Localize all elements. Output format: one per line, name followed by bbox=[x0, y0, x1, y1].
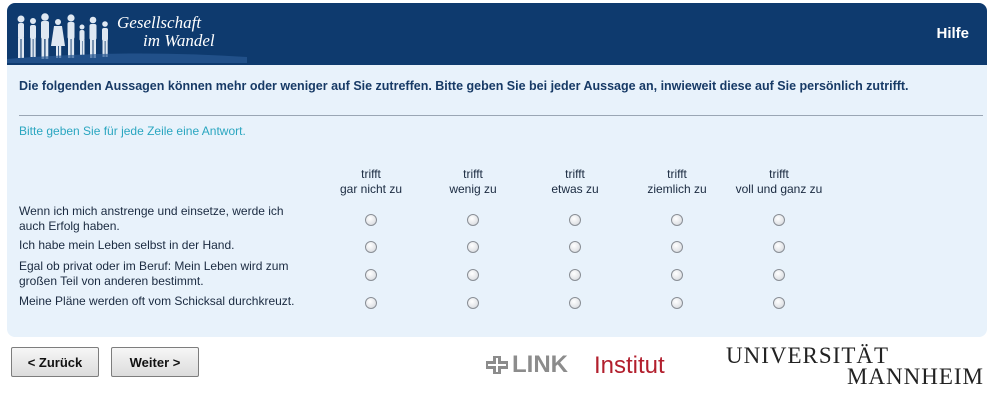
uni-mannheim-logo: UNIVERSITÄT MANNHEIM bbox=[726, 344, 986, 390]
radio-item2-ziemlich[interactable] bbox=[671, 241, 683, 253]
back-button[interactable]: < Zurück bbox=[11, 347, 99, 377]
uni-wordmark-line2: MANNHEIM bbox=[846, 364, 984, 389]
scale-header-line2: wenig zu bbox=[449, 182, 497, 196]
scale-header-line2: ziemlich zu bbox=[647, 182, 707, 196]
radio-item1-ziemlich[interactable] bbox=[671, 214, 683, 226]
radio-item4-wenig[interactable] bbox=[467, 297, 479, 309]
scale-header-5: trifft voll und ganz zu bbox=[724, 167, 834, 197]
item-line1: Egal ob privat oder im Beruf: Mein Leben… bbox=[19, 259, 289, 273]
radio-item1-voll[interactable] bbox=[773, 214, 785, 226]
link-mark-icon bbox=[486, 356, 508, 374]
site-brand: Gesellschaft im Wandel bbox=[117, 14, 215, 50]
item-line1: Wenn ich mich anstrenge und einsetze, we… bbox=[19, 204, 284, 218]
institut-wordmark: Institut bbox=[594, 352, 665, 379]
radio-item1-etwas[interactable] bbox=[569, 214, 581, 226]
item-label-1: Wenn ich mich anstrenge und einsetze, we… bbox=[19, 204, 319, 234]
scale-header-line1: trifft bbox=[667, 167, 687, 181]
divider bbox=[19, 115, 983, 116]
item-line1: Ich habe mein Leben selbst in der Hand. bbox=[19, 238, 235, 252]
radio-item2-wenig[interactable] bbox=[467, 241, 479, 253]
scale-header-line1: trifft bbox=[361, 167, 381, 181]
scale-header-4: trifft ziemlich zu bbox=[622, 167, 732, 197]
next-button[interactable]: Weiter > bbox=[111, 347, 199, 377]
radio-item3-gar-nicht[interactable] bbox=[365, 269, 377, 281]
radio-item3-ziemlich[interactable] bbox=[671, 269, 683, 281]
item-label-2: Ich habe mein Leben selbst in der Hand. bbox=[19, 238, 319, 253]
header-swoosh bbox=[7, 53, 247, 63]
item-line1: Meine Pläne werden oft vom Schicksal dur… bbox=[19, 294, 295, 308]
radio-item3-voll[interactable] bbox=[773, 269, 785, 281]
scale-header-line1: trifft bbox=[565, 167, 585, 181]
radio-item3-etwas[interactable] bbox=[569, 269, 581, 281]
brand-line-1: Gesellschaft bbox=[117, 13, 202, 32]
radio-item4-ziemlich[interactable] bbox=[671, 297, 683, 309]
scale-header-line1: trifft bbox=[463, 167, 483, 181]
radio-item2-voll[interactable] bbox=[773, 241, 785, 253]
scale-header-line2: gar nicht zu bbox=[339, 182, 403, 196]
scale-header-line1: trifft bbox=[769, 167, 789, 181]
item-line2: großen Teil von anderen bestimmt. bbox=[19, 274, 204, 288]
item-label-4: Meine Pläne werden oft vom Schicksal dur… bbox=[19, 294, 319, 309]
answer-hint: Bitte geben Sie für jede Zeile eine Antw… bbox=[19, 124, 246, 138]
radio-item4-gar-nicht[interactable] bbox=[365, 297, 377, 309]
scale-header-line2: etwas zu bbox=[551, 182, 599, 196]
brand-line-2: im Wandel bbox=[143, 31, 215, 50]
question-intro: Die folgenden Aussagen können mehr oder … bbox=[19, 79, 909, 93]
radio-item2-gar-nicht[interactable] bbox=[365, 241, 377, 253]
item-line2: auch Erfolg haben. bbox=[19, 219, 120, 233]
scale-header-line2: voll und ganz zu bbox=[735, 182, 823, 196]
scale-header-2: trifft wenig zu bbox=[418, 167, 528, 197]
help-link[interactable]: Hilfe bbox=[936, 25, 969, 42]
scale-header-1: trifft gar nicht zu bbox=[316, 167, 426, 197]
radio-item1-gar-nicht[interactable] bbox=[365, 214, 377, 226]
item-label-3: Egal ob privat oder im Beruf: Mein Leben… bbox=[19, 259, 319, 289]
radio-item2-etwas[interactable] bbox=[569, 241, 581, 253]
scale-header-3: trifft etwas zu bbox=[520, 167, 630, 197]
radio-item4-voll[interactable] bbox=[773, 297, 785, 309]
radio-item3-wenig[interactable] bbox=[467, 269, 479, 281]
site-header: Gesellschaft im Wandel Hilfe bbox=[7, 3, 987, 65]
link-wordmark: LINK bbox=[512, 351, 568, 378]
radio-item1-wenig[interactable] bbox=[467, 214, 479, 226]
question-panel: Die folgenden Aussagen können mehr oder … bbox=[7, 65, 987, 337]
radio-item4-etwas[interactable] bbox=[569, 297, 581, 309]
